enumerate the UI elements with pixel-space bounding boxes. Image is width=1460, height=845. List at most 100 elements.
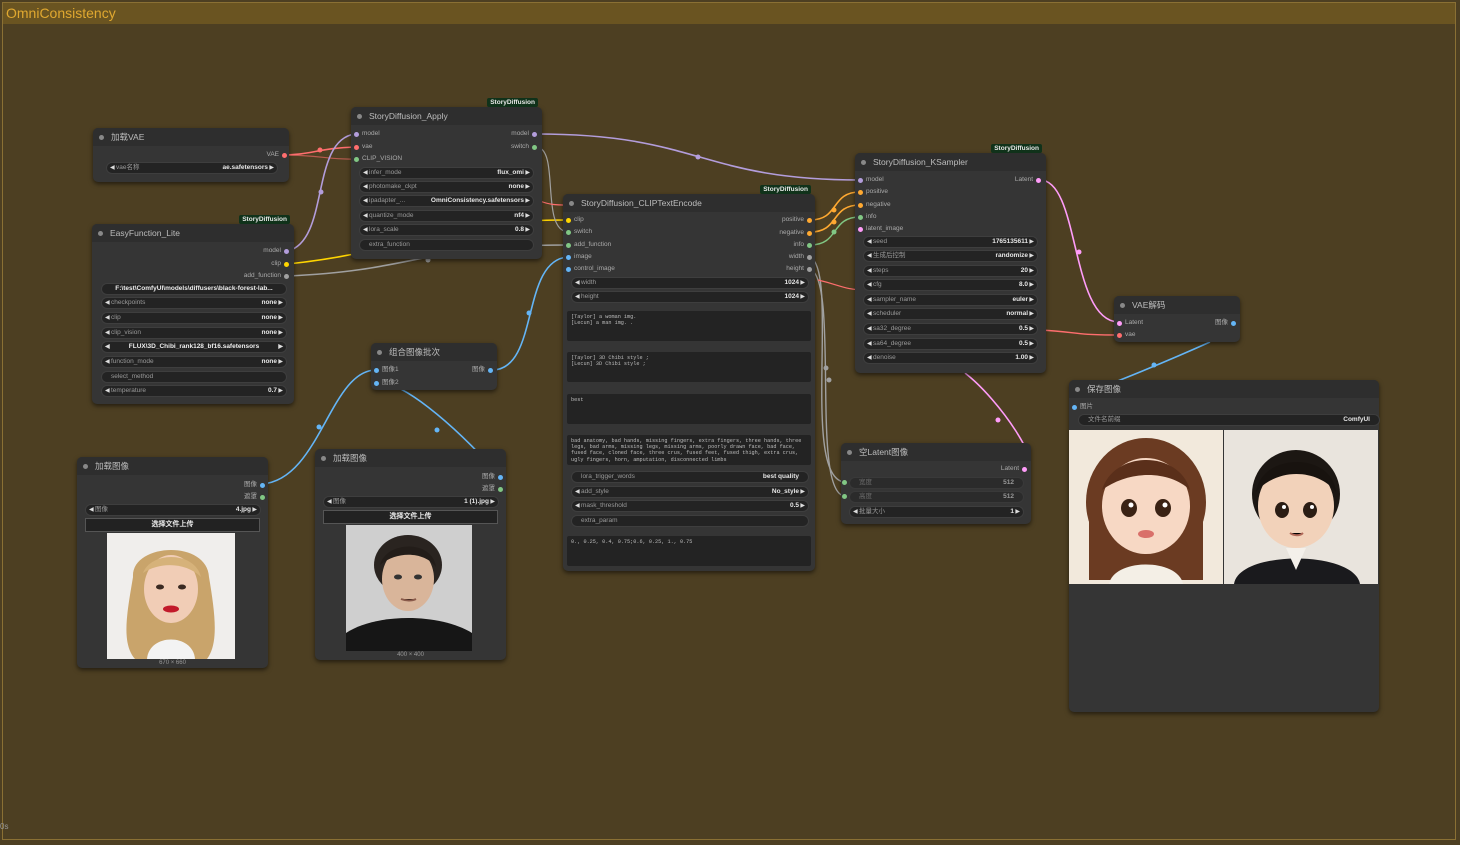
collapse-dot[interactable] bbox=[569, 200, 574, 206]
quantize-mode-combo[interactable]: ◀ quantize_mode nf4 ▶ bbox=[359, 210, 534, 222]
collapse-dot[interactable] bbox=[321, 455, 326, 461]
output-negative[interactable]: negative bbox=[779, 228, 814, 238]
collapse-dot[interactable] bbox=[99, 134, 104, 140]
clip-vision-combo[interactable]: ◀ clip_vision none ▶ bbox=[101, 327, 287, 339]
sa64-degree-slider[interactable]: ◀ sa64_degree 0.5 ▶ bbox=[863, 338, 1038, 350]
control-after-generate-combo[interactable]: ◀ 生成后控制 randomize ▶ bbox=[863, 250, 1038, 262]
output-model[interactable]: model bbox=[511, 129, 539, 139]
output-info[interactable]: info bbox=[794, 240, 814, 250]
upload-button[interactable]: 选择文件上传 bbox=[323, 510, 498, 524]
seed-input[interactable]: ◀ seed 1765135611 ▶ bbox=[863, 236, 1038, 248]
output-model[interactable]: model bbox=[263, 246, 291, 256]
output-latent[interactable]: Latent bbox=[1015, 175, 1043, 185]
output-add-function[interactable]: add_function bbox=[244, 271, 291, 281]
output-image-girl[interactable] bbox=[1069, 430, 1223, 584]
input-negative[interactable]: negative bbox=[856, 200, 891, 210]
input-switch[interactable]: switch bbox=[564, 227, 592, 237]
lora-scale-slider[interactable]: ◀ lora_scale 0.8 ▶ bbox=[359, 224, 534, 236]
output-height[interactable]: height bbox=[786, 264, 814, 274]
input-clip[interactable]: clip bbox=[564, 215, 584, 225]
input-model[interactable]: model bbox=[856, 175, 884, 185]
lora-combo[interactable]: ◀ FLUX\3D_Chibi_rank128_bf16.safetensors ▶ bbox=[101, 341, 287, 353]
input-latent[interactable]: Latent bbox=[1115, 318, 1143, 328]
input-image2[interactable]: 图像2 bbox=[372, 378, 399, 388]
output-latent[interactable]: Latent bbox=[1001, 464, 1029, 474]
upload-button[interactable]: 选择文件上传 bbox=[85, 518, 260, 532]
group-title[interactable]: OmniConsistency bbox=[3, 3, 1455, 24]
add-style-combo[interactable]: ◀ add_style No_style ▶ bbox=[571, 486, 809, 498]
positive-prompt-textarea[interactable]: best bbox=[567, 394, 811, 424]
extra-param-input[interactable]: extra_param bbox=[571, 515, 809, 527]
output-image[interactable]: 图像 bbox=[482, 472, 505, 482]
infer-mode-combo[interactable]: ◀ infer_mode flux_omi ▶ bbox=[359, 167, 534, 179]
input-latent-image[interactable]: latent_image bbox=[856, 224, 903, 234]
sampler-name-combo[interactable]: ◀ sampler_name euler ▶ bbox=[863, 294, 1038, 306]
node-clip-text-encode[interactable]: StoryDiffusion StoryDiffusion_CLIPTextEn… bbox=[563, 185, 815, 571]
cfg-input[interactable]: ◀ cfg 8.0 ▶ bbox=[863, 279, 1038, 291]
clip-combo[interactable]: ◀ clip none ▶ bbox=[101, 312, 287, 324]
input-info[interactable]: info bbox=[856, 212, 876, 222]
collapse-dot[interactable] bbox=[861, 159, 866, 165]
output-image-boy[interactable] bbox=[1224, 430, 1378, 584]
function-mode-combo[interactable]: ◀ function_mode none ▶ bbox=[101, 356, 287, 368]
output-mask[interactable]: 遮罩 bbox=[482, 484, 505, 494]
collapse-dot[interactable] bbox=[1120, 302, 1125, 308]
photomake-ckpt-combo[interactable]: ◀ photomake_ckpt none ▶ bbox=[359, 181, 534, 193]
input-control-image[interactable]: control_image bbox=[564, 264, 615, 274]
image-file-combo[interactable]: ◀ 图像 4.jpg ▶ bbox=[85, 504, 261, 516]
collapse-dot[interactable] bbox=[377, 349, 382, 355]
node-load-image-1[interactable]: 加载图像 图像 遮罩 ◀ 图像 4.jpg ▶ 选择文件上传 670 × 660 bbox=[77, 457, 268, 668]
node-storydiffusion-apply[interactable]: StoryDiffusion StoryDiffusion_Apply mode… bbox=[351, 98, 542, 259]
output-image[interactable]: 图像 bbox=[1215, 318, 1238, 328]
image-file-combo[interactable]: ◀ 图像 1 (1).jpg ▶ bbox=[323, 496, 499, 508]
ipadapter-combo[interactable]: ◀ ipadapter_... OmniConsistency.safetensor… bbox=[359, 195, 534, 207]
input-image1[interactable]: 图像1 bbox=[372, 365, 399, 375]
height-slider[interactable]: ◀ height 1024 ▶ bbox=[571, 291, 809, 303]
scheduler-combo[interactable]: ◀ scheduler normal ▶ bbox=[863, 308, 1038, 320]
collapse-dot[interactable] bbox=[98, 230, 103, 236]
batch-size-input[interactable]: ◀ 批量大小 1 ▶ bbox=[849, 506, 1024, 518]
node-empty-latent[interactable]: 空Latent图像 Latent 宽度 512 高度 512 ◀ 批量大小 1 ▶ bbox=[841, 443, 1031, 524]
output-vae[interactable]: VAE bbox=[266, 150, 289, 160]
select-method-input[interactable]: select_method bbox=[101, 371, 287, 383]
node-ksampler[interactable]: StoryDiffusion StoryDiffusion_KSampler m… bbox=[855, 144, 1046, 373]
extra-function-input[interactable]: extra_function bbox=[359, 239, 534, 251]
steps-input[interactable]: ◀ steps 20 ▶ bbox=[863, 265, 1038, 277]
temperature-slider[interactable]: ◀ temperature 0.7 ▶ bbox=[101, 385, 287, 397]
mask-threshold-slider[interactable]: ◀ mask_threshold 0.5 ▶ bbox=[571, 500, 809, 512]
node-load-image-2[interactable]: 加载图像 图像 遮罩 ◀ 图像 1 (1).jpg ▶ 选择文件上传 400 × 40… bbox=[315, 449, 506, 660]
height-converted-input[interactable]: 高度 512 bbox=[849, 491, 1024, 503]
sa32-degree-slider[interactable]: ◀ sa32_degree 0.5 ▶ bbox=[863, 323, 1038, 335]
filename-prefix-input[interactable]: 文件名前缀 ComfyUI bbox=[1078, 414, 1380, 426]
node-image-batch[interactable]: 组合图像批次 图像1 图像2 图像 bbox=[371, 343, 497, 390]
model-path-input[interactable]: F:\test\ComfyUI\models\diffusers\black-f… bbox=[101, 283, 287, 295]
collapse-dot[interactable] bbox=[83, 463, 88, 469]
input-image[interactable]: image bbox=[564, 252, 592, 262]
scene-prompt-textarea[interactable]: [Taylor] 3D Chibi style ; [Lecun] 3D Chi… bbox=[567, 352, 811, 382]
checkpoints-combo[interactable]: ◀ checkpoints none ▶ bbox=[101, 297, 287, 309]
vae-name-combo[interactable]: ◀ vae名称 ae.safetensors ▶ bbox=[106, 162, 278, 174]
output-mask[interactable]: 遮罩 bbox=[244, 492, 267, 502]
output-width[interactable]: width bbox=[789, 252, 814, 262]
node-load-vae[interactable]: 加载VAE VAE ◀ vae名称 ae.safetensors ▶ bbox=[93, 128, 289, 182]
input-positive[interactable]: positive bbox=[856, 187, 888, 197]
output-image[interactable]: 图像 bbox=[472, 365, 495, 375]
collapse-dot[interactable] bbox=[847, 449, 852, 455]
node-easyfunction-lite[interactable]: StoryDiffusion EasyFunction_Lite model c… bbox=[92, 215, 294, 404]
width-converted-input[interactable]: 宽度 512 bbox=[849, 477, 1024, 489]
collapse-dot[interactable] bbox=[1075, 386, 1080, 392]
denoise-slider[interactable]: ◀ denoise 1.00 ▶ bbox=[863, 352, 1038, 364]
input-images[interactable]: 图片 bbox=[1070, 402, 1093, 412]
character-prompt-textarea[interactable]: [Taylor] a woman img. [Lecun] a man img.… bbox=[567, 311, 811, 341]
collapse-dot[interactable] bbox=[357, 113, 362, 119]
schedule-textarea[interactable]: 0., 0.25, 0.4, 0.75;0.6, 0.25, 1., 0.75 bbox=[567, 536, 811, 566]
node-vae-decode[interactable]: VAE解码 Latent vae 图像 bbox=[1114, 296, 1240, 342]
output-image[interactable]: 图像 bbox=[244, 480, 267, 490]
negative-prompt-textarea[interactable]: bad anatomy, bad hands, missing fingers,… bbox=[567, 435, 811, 465]
output-switch[interactable]: switch bbox=[511, 142, 539, 152]
output-positive[interactable]: positive bbox=[782, 215, 814, 225]
input-height[interactable] bbox=[840, 491, 850, 501]
node-save-image[interactable]: 保存图像 图片 文件名前缀 ComfyUI bbox=[1069, 380, 1380, 712]
input-vae[interactable]: vae bbox=[352, 142, 372, 152]
input-width[interactable] bbox=[840, 477, 850, 487]
